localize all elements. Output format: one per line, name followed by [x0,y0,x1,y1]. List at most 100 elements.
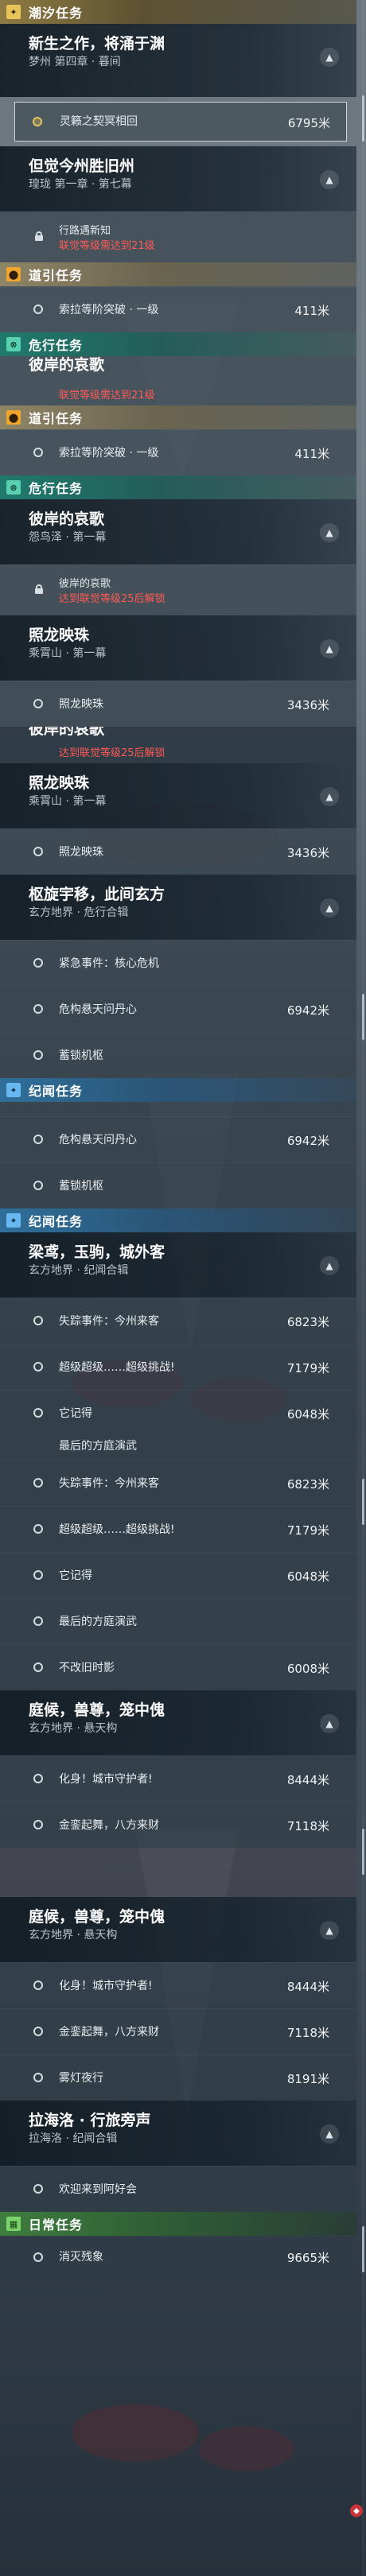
objective-row[interactable]: 超级超级……超级挑战! 7179米 [0,1506,356,1552]
bullet-icon [33,1181,43,1190]
objective-row[interactable]: 化身！城市守护者! 8444米 [0,1755,356,1802]
quest-header-xinsheng[interactable]: 新生之作，将涌于渊 梦州 第四章 · 暮间 ▲ [0,24,356,97]
category-header-chaoxi[interactable]: ✦ 潮汐任务 [0,0,356,24]
category-header-daoyin[interactable]: ⬤ 道引任务 [0,405,356,429]
objective-row[interactable]: 雾灯夜行 8191米 [0,2054,356,2101]
objective-row[interactable]: 金銮起舞，八方来财 7118米 [0,2008,356,2054]
chevron-up-icon[interactable]: ▲ [320,170,339,189]
category-header-jiwen[interactable]: ✦ 纪闻任务 [0,1078,356,1102]
bullet-icon [33,1662,43,1672]
bullet-icon [33,1004,43,1014]
chevron-up-icon[interactable]: ▲ [320,1921,339,1940]
bullet-icon [33,958,43,968]
quest-header-lahai[interactable]: 拉海洛 · 行旅旁声 拉海洛 · 纪闻合辑 ▲ [0,2101,356,2166]
bullet-icon [33,1774,43,1783]
calendar-icon: ▦ [6,2217,21,2231]
quest-header-shuxuan[interactable]: 枢旋宇移，此间玄方 玄方地界 · 危行合辑 ▲ [0,875,356,940]
partial-scroll-fragment: 最后的方庭演武 [0,1436,356,1460]
quest-subtitle: 梦州 第四章 · 暮间 [29,56,121,68]
category-header-richang[interactable]: ▦ 日常任务 [0,2212,356,2236]
chevron-up-icon[interactable]: ▲ [320,787,339,806]
bullet-icon [33,1570,43,1580]
bullet-icon [33,1524,43,1534]
objective-row[interactable]: 失踪事件：今州来客 6823米 [0,1460,356,1506]
lock-icon [35,231,43,241]
objective-row[interactable]: 金銮起舞，八方来财 7118米 [0,1802,356,1848]
objective-row[interactable]: 照龙映珠 3436米 [0,828,356,875]
quest-header-liangyuan[interactable]: 梁鸢，玉驹，城外客 玄方地界 · 纪闻合辑 ▲ [0,1232,356,1298]
objective-row[interactable]: 欢迎来到阿好会 [0,2166,356,2212]
bullet-icon [33,1408,43,1418]
quest-header-tinghou[interactable]: 庭候，兽尊，笼中傀 玄方地界 · 悬天构 ▲ [0,1690,356,1755]
objective-row[interactable]: 紧急事件：核心危机 [0,940,356,986]
bullet-icon [33,1316,43,1325]
bullet-icon [33,1478,43,1488]
objective-row[interactable]: 不改旧时影 6008米 [0,1644,356,1690]
chevron-up-icon[interactable]: ▲ [320,523,339,542]
scrollbar-thumb[interactable] [362,2226,364,2272]
objective-row[interactable]: 照龙映珠 3436米 [0,681,356,727]
partial-scroll-fragment: 彼岸的哀歌 达到联觉等级25后解锁 [0,727,356,763]
objective-row[interactable]: 化身！城市守护者! 8444米 [0,1962,356,2008]
chevron-up-icon[interactable]: ▲ [320,1714,339,1733]
quest-header-danjue[interactable]: 但觉今州胜旧州 瑝珑 第一章 · 第七幕 ▲ [0,146,356,211]
objective-row[interactable]: 它记得 6048米 [0,1552,356,1598]
bullet-icon [33,305,43,314]
bullet-icon [33,1616,43,1626]
category-header-daoyin[interactable]: ⬤ 道引任务 [0,262,356,286]
quest-header-tinghou[interactable]: 庭候，兽尊，笼中傀 玄方地界 · 悬天构 ▲ [0,1897,356,1962]
bullet-icon [33,1980,43,1990]
category-header-weiyun[interactable]: ⊗ 危行任务 [0,475,356,499]
bullet-icon [33,448,43,457]
chevron-up-icon[interactable]: ▲ [320,639,339,658]
objective-row[interactable]: 索拉等阶突破 · 一级 411米 [0,286,356,332]
quest-header-zhaolong[interactable]: 照龙映珠 乘霄山 · 第一幕 ▲ [0,763,356,828]
bullet-icon [33,699,43,708]
objective-row[interactable]: 蓄锁机枢 [0,1162,356,1208]
bullet-icon [33,2027,43,2036]
plus-diamond-icon: ✦ [6,1083,21,1097]
task-list: ✦ 潮汐任务 新生之作，将涌于渊 梦州 第四章 · 暮间 ▲ 灵籁之契冥相回 6… [0,0,356,2277]
objective-row-active[interactable]: 灵籁之契冥相回 6795米 [14,102,347,142]
scrollbar-track[interactable] [362,0,364,2576]
locked-objective-row: 彼岸的哀歌 达到联觉等级25后解锁 [0,564,356,615]
bullet-icon [33,2252,43,2262]
quest-header-bian[interactable]: 彼岸的哀歌 怨鸟泽 · 第一幕 ▲ [0,499,356,564]
objective-row[interactable]: 最后的方庭演武 [0,1598,356,1644]
category-header-weiyun[interactable]: ⊗ 危行任务 [0,332,356,356]
chevron-up-icon[interactable]: ▲ [320,898,339,918]
reward-badge-icon[interactable]: ◆ [350,2504,363,2517]
objective-row[interactable]: 超级超级……超级挑战! 7179米 [0,1344,356,1390]
plus-diamond-icon: ✦ [6,5,21,19]
objective-row[interactable]: 危构悬天问丹心 6942米 [0,1116,356,1162]
bullet-icon [33,2073,43,2082]
scrollbar-thumb[interactable] [362,1829,364,1875]
scrollbar-thumb[interactable] [362,1479,364,1525]
chevron-up-icon[interactable]: ▲ [320,1256,339,1275]
scrollbar-thumb[interactable] [362,95,364,142]
objective-row[interactable]: 消灭残象 9665米 [0,2236,356,2277]
scrollbar-thumb[interactable] [362,994,364,1040]
location-pin-icon: ⬤ [6,267,21,281]
partial-scroll-fragment: 紧急事件：核心危机 [0,1102,356,1116]
objective-row[interactable]: 危构悬天问丹心 6942米 [0,986,356,1032]
objective-row[interactable]: 它记得 6048米 [0,1390,356,1436]
bullet-icon [33,2184,43,2194]
target-bullet-icon [33,117,42,126]
objective-row[interactable]: 失踪事件：今州来客 6823米 [0,1298,356,1344]
bullet-icon [33,1050,43,1060]
bullet-icon [33,847,43,856]
quest-header-zhaolong[interactable]: 照龙映珠 乘霄山 · 第一幕 ▲ [0,615,356,681]
blank-spacer [0,1848,356,1897]
chevron-up-icon[interactable]: ▲ [320,2124,339,2143]
objective-row[interactable]: 索拉等阶突破 · 一级 411米 [0,429,356,475]
locked-objective-row: 行路遇新知 联觉等级需达到21级 [0,211,356,262]
shield-crossed-icon: ⊗ [6,480,21,495]
bullet-icon [33,1135,43,1144]
quest-title: 新生之作，将涌于渊 [29,35,165,52]
shield-crossed-icon: ⊗ [6,337,21,351]
plus-diamond-icon: ✦ [6,1213,21,1228]
category-header-jiwen[interactable]: ✦ 纪闻任务 [0,1208,356,1232]
objective-row[interactable]: 蓄锁机枢 [0,1032,356,1078]
chevron-up-icon[interactable]: ▲ [320,48,339,67]
